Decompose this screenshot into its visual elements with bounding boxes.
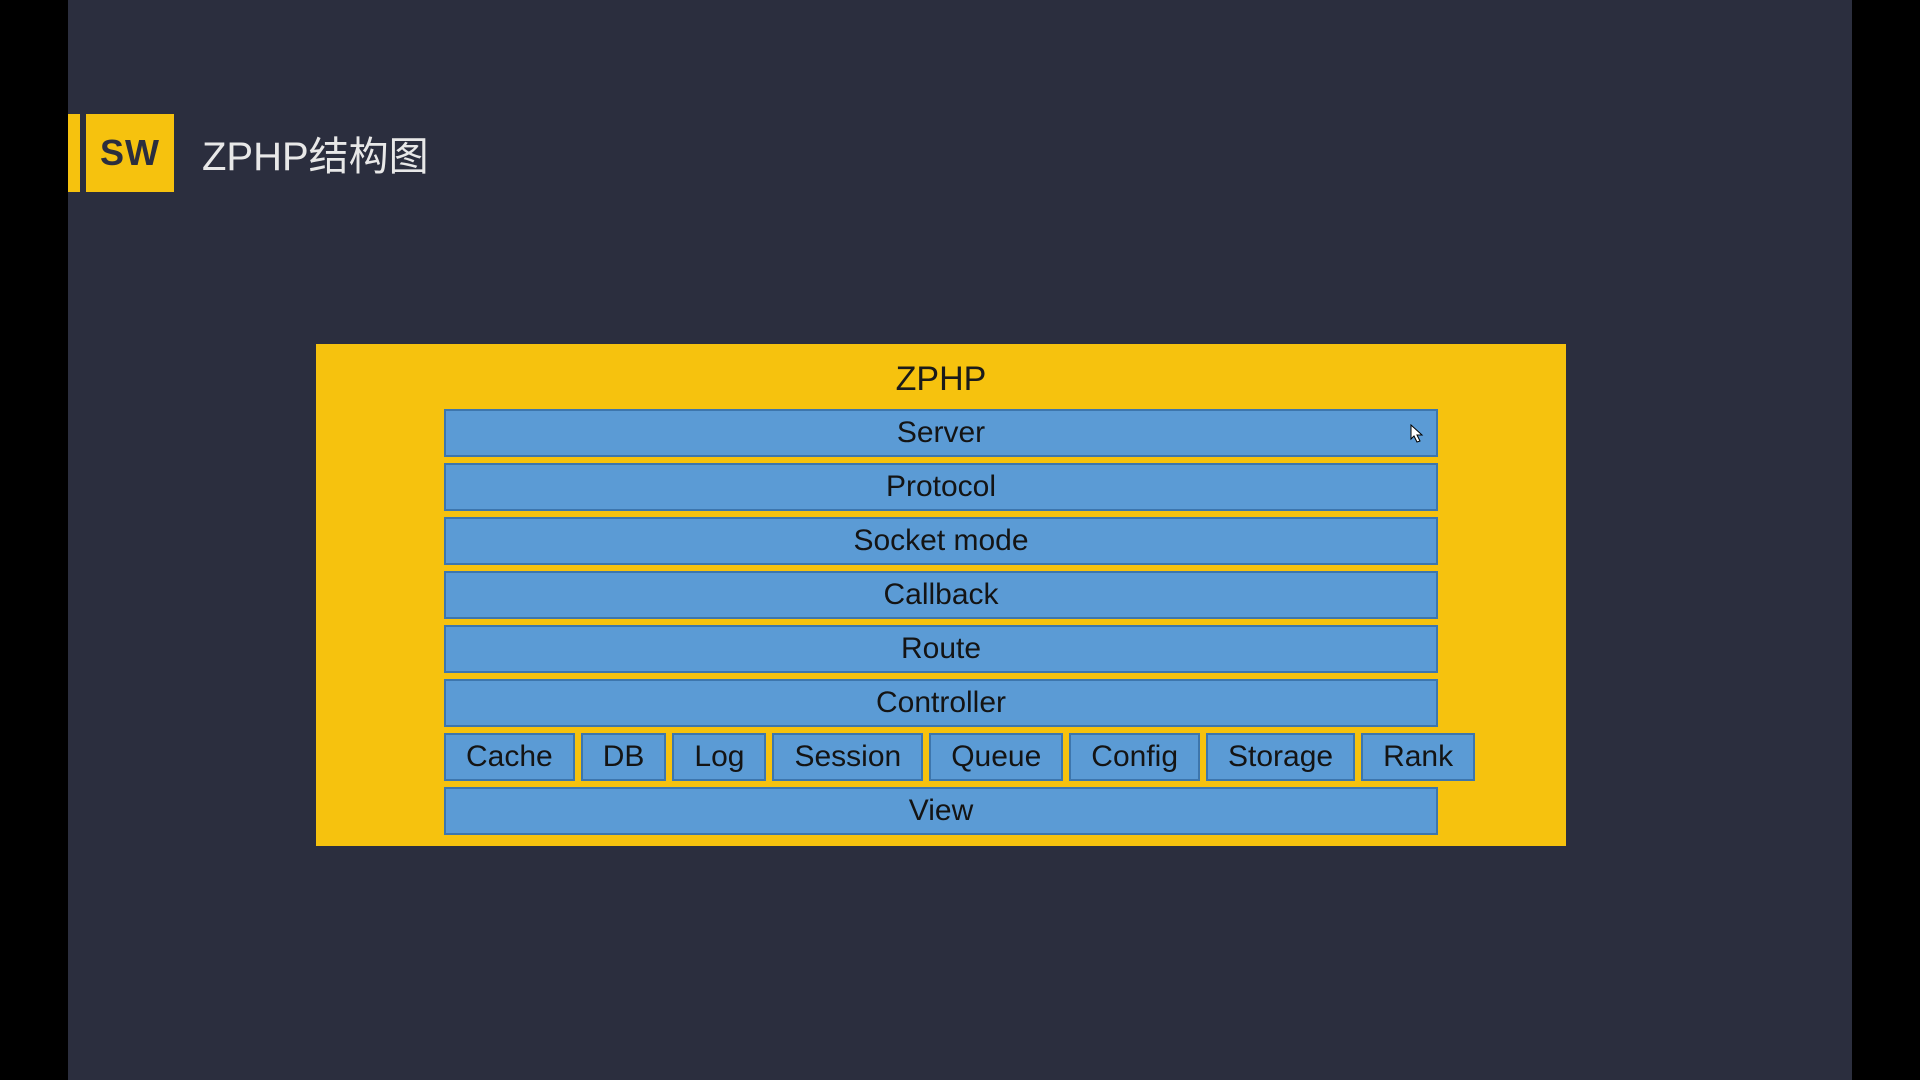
component-cache: Cache [444,733,575,781]
component-storage: Storage [1206,733,1355,781]
layer-stack: Server Protocol Socket mode Callback Rou… [444,409,1438,835]
component-config: Config [1069,733,1200,781]
slide-header: SW ZPHP结构图 [68,114,429,192]
component-queue: Queue [929,733,1063,781]
layer-socket-mode: Socket mode [444,517,1438,565]
components-row: Cache DB Log Session Queue Config Storag… [444,733,1438,781]
layer-protocol: Protocol [444,463,1438,511]
diagram-title: ZPHP [334,360,1548,399]
layer-view: View [444,787,1438,835]
component-log: Log [672,733,766,781]
layer-route: Route [444,625,1438,673]
component-db: DB [581,733,667,781]
component-session: Session [772,733,923,781]
logo-badge: SW [86,114,174,192]
component-rank: Rank [1361,733,1475,781]
slide-title: ZPHP结构图 [202,124,429,182]
accent-strip [68,114,80,192]
layer-server: Server [444,409,1438,457]
layer-controller: Controller [444,679,1438,727]
architecture-diagram: ZPHP Server Protocol Socket mode Callbac… [316,344,1566,846]
layer-callback: Callback [444,571,1438,619]
